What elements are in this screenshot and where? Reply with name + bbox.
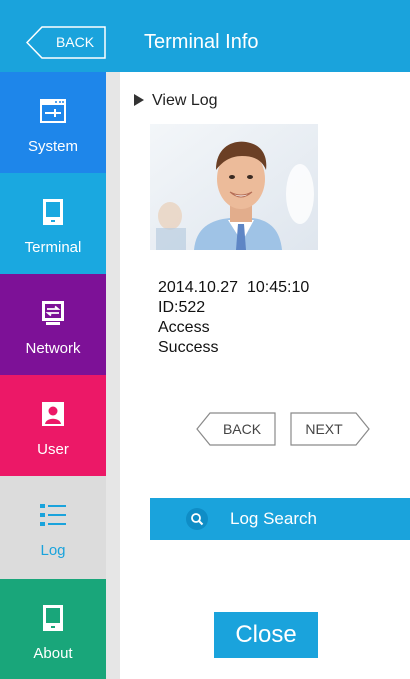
list-icon [40, 504, 66, 526]
terminal-icon [43, 605, 63, 631]
sidebar-item-label: About [33, 645, 73, 662]
device-screen: BACK Terminal Info System Terminal Netwo… [0, 0, 410, 679]
search-icon [186, 508, 208, 530]
triangle-right-icon [134, 94, 144, 106]
log-user-id: ID:522 [158, 299, 206, 316]
sidebar-item-about[interactable]: About [0, 579, 106, 679]
sidebar-item-system[interactable]: System [0, 72, 106, 173]
sidebar-item-label: User [37, 441, 69, 458]
log-view: View Log 2014.10.27 10:45:10 ID:522 Acce… [120, 72, 410, 679]
close-button[interactable]: Close [214, 612, 318, 658]
header-back-button[interactable]: BACK [26, 26, 106, 59]
sidebar-item-terminal[interactable]: Terminal [0, 173, 106, 274]
log-datetime: 2014.10.27 10:45:10 [158, 279, 310, 296]
sidebar-item-label: Network [25, 340, 81, 357]
log-result: Success [158, 339, 219, 356]
sidebar-item-label: Log [40, 542, 66, 559]
sidebar-item-label: System [27, 138, 78, 155]
network-icon [42, 301, 64, 325]
section-title: View Log [152, 92, 218, 109]
sidebar-item-label: Terminal [24, 239, 82, 256]
log-search-button[interactable]: Log Search [150, 498, 410, 540]
log-photo [150, 124, 318, 250]
header-back-label: BACK [55, 34, 95, 50]
sidebar: System Terminal Network User Log About [0, 72, 106, 679]
person-portrait-image [150, 124, 318, 250]
next-log-button[interactable]: NEXT [290, 412, 370, 446]
sidebar-item-network[interactable]: Network [0, 274, 106, 375]
main-panel: View Log 2014.10.27 10:45:10 ID:522 Acce… [106, 72, 410, 679]
next-log-label: NEXT [305, 421, 343, 437]
page-title: Terminal Info [144, 31, 259, 53]
log-type: Access [158, 319, 210, 336]
system-icon [40, 99, 66, 123]
log-entry-details: 2014.10.27 10:45:10 ID:522 Access Succes… [158, 278, 309, 358]
sidebar-item-user[interactable]: User [0, 375, 106, 476]
sidebar-item-log[interactable]: Log [0, 476, 106, 579]
log-search-label: Log Search [230, 509, 317, 528]
previous-log-button[interactable]: BACK [196, 412, 276, 446]
panel-divider-strip [106, 72, 120, 679]
header-bar: BACK Terminal Info [0, 0, 410, 72]
terminal-icon [43, 199, 63, 225]
previous-log-label: BACK [222, 421, 262, 437]
user-icon [42, 402, 64, 426]
section-header: View Log [134, 92, 218, 110]
